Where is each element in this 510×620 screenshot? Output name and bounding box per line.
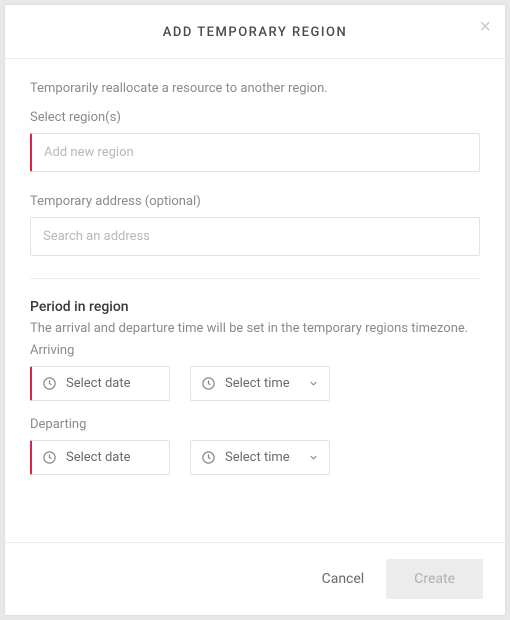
arriving-time-picker[interactable]: Select time — [190, 366, 330, 401]
arriving-label: Arriving — [30, 343, 480, 358]
modal-body: Temporarily reallocate a resource to ano… — [5, 59, 505, 542]
arriving-date-picker[interactable]: Select date — [30, 366, 170, 401]
region-input[interactable] — [30, 133, 480, 172]
close-button[interactable]: × — [479, 17, 491, 37]
period-title: Period in region — [30, 299, 480, 315]
cancel-button[interactable]: Cancel — [322, 571, 365, 587]
period-section: Period in region The arrival and departu… — [30, 299, 480, 475]
add-temporary-region-modal: ADD TEMPORARY REGION × Temporarily reall… — [5, 5, 505, 615]
modal-description: Temporarily reallocate a resource to ano… — [30, 81, 480, 96]
departing-date-text: Select date — [66, 450, 159, 465]
modal-title: ADD TEMPORARY REGION — [30, 25, 480, 40]
departing-label: Departing — [30, 417, 480, 432]
modal-header: ADD TEMPORARY REGION × — [5, 5, 505, 59]
close-icon: × — [479, 16, 491, 38]
chevron-down-icon — [308, 452, 319, 463]
clock-icon — [201, 376, 216, 391]
section-divider — [30, 278, 480, 279]
address-field-group: Temporary address (optional) — [30, 194, 480, 256]
address-label: Temporary address (optional) — [30, 194, 480, 209]
region-field-group: Select region(s) — [30, 110, 480, 172]
clock-icon — [42, 376, 57, 391]
modal-footer: Cancel Create — [5, 542, 505, 615]
create-button[interactable]: Create — [386, 559, 483, 599]
arriving-date-text: Select date — [66, 376, 159, 391]
departing-row: Select date Select time — [30, 440, 480, 475]
departing-time-text: Select time — [225, 450, 299, 465]
arriving-row: Select date Select time — [30, 366, 480, 401]
region-label: Select region(s) — [30, 110, 480, 125]
clock-icon — [42, 450, 57, 465]
chevron-down-icon — [308, 378, 319, 389]
arriving-time-text: Select time — [225, 376, 299, 391]
address-input[interactable] — [30, 217, 480, 256]
clock-icon — [201, 450, 216, 465]
departing-time-picker[interactable]: Select time — [190, 440, 330, 475]
period-description: The arrival and departure time will be s… — [30, 319, 480, 339]
departing-date-picker[interactable]: Select date — [30, 440, 170, 475]
